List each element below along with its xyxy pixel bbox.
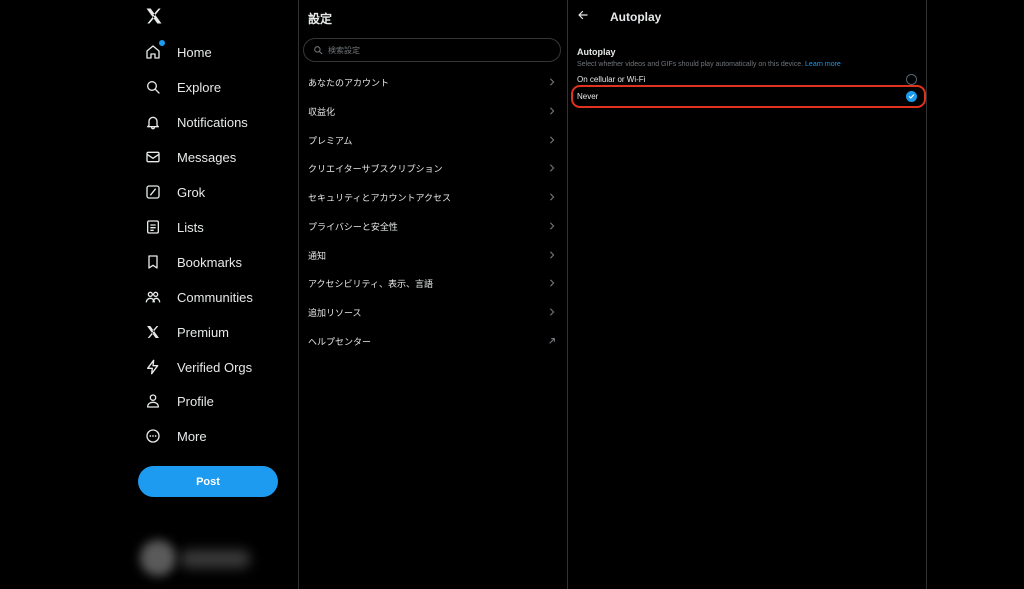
settings-item-label: プライバシーと安全性 bbox=[308, 221, 398, 232]
description-text: Select whether videos and GIFs should pl… bbox=[577, 61, 804, 68]
nav-item-communities[interactable]: Communities bbox=[144, 282, 253, 312]
nav-item-explore[interactable]: Explore bbox=[144, 72, 221, 102]
settings-item-label: セキュリティとアカウントアクセス bbox=[308, 192, 452, 203]
chevron-right-icon bbox=[548, 279, 556, 287]
nav-item-profile[interactable]: Profile bbox=[144, 386, 214, 416]
option-label: On cellular or Wi-Fi bbox=[577, 74, 646, 84]
settings-item-label: クリエイターサブスクリプション bbox=[308, 163, 443, 174]
nav-item-label: Communities bbox=[177, 289, 253, 305]
settings-column: 設定 検索設定 あなたのアカウント 収益化 プレミアム クリエイターサブスクリプ… bbox=[299, 0, 567, 589]
lightning-icon bbox=[144, 358, 162, 376]
nav-item-messages[interactable]: Messages bbox=[144, 142, 236, 172]
settings-item-label: プレミアム bbox=[308, 135, 353, 146]
settings-item-privacy[interactable]: プライバシーと安全性 bbox=[299, 212, 567, 240]
nav-item-bookmarks[interactable]: Bookmarks bbox=[144, 247, 242, 277]
post-button[interactable]: Post bbox=[138, 466, 278, 497]
account-name-blurred bbox=[180, 550, 250, 568]
settings-item-creator-subscriptions[interactable]: クリエイターサブスクリプション bbox=[299, 154, 567, 182]
settings-item-label: 収益化 bbox=[308, 106, 336, 117]
nav-item-label: Grok bbox=[177, 184, 206, 200]
nav-item-more[interactable]: More bbox=[144, 421, 207, 451]
people-icon bbox=[144, 288, 162, 306]
column-divider bbox=[926, 0, 927, 589]
x-logo-icon bbox=[144, 323, 162, 341]
bell-icon bbox=[144, 113, 162, 131]
primary-nav: Home Explore Notifications Messages Grok… bbox=[130, 0, 298, 589]
home-icon bbox=[144, 40, 165, 61]
x-logo-icon[interactable] bbox=[144, 6, 166, 28]
settings-item-label: 追加リソース bbox=[308, 307, 362, 318]
avatar bbox=[140, 540, 176, 576]
nav-item-label: Messages bbox=[177, 149, 237, 165]
settings-title: 設定 bbox=[308, 12, 333, 26]
chevron-right-icon bbox=[548, 222, 556, 230]
settings-item-help-center[interactable]: ヘルプセンター bbox=[299, 327, 567, 355]
settings-item-label: ヘルプセンター bbox=[308, 336, 372, 347]
notification-dot bbox=[159, 40, 165, 46]
settings-item-label: アクセシビリティ、表示、言語 bbox=[308, 278, 434, 289]
envelope-icon bbox=[144, 148, 162, 166]
nav-item-premium[interactable]: Premium bbox=[144, 317, 229, 347]
chevron-right-icon bbox=[548, 164, 556, 172]
nav-item-label: Profile bbox=[177, 393, 214, 409]
account-switcher[interactable] bbox=[140, 540, 260, 580]
bookmark-icon bbox=[144, 253, 162, 271]
settings-item-label: 通知 bbox=[308, 250, 327, 261]
nav-item-label: Bookmarks bbox=[177, 254, 243, 270]
chevron-right-icon bbox=[548, 193, 556, 201]
settings-item-additional-resources[interactable]: 追加リソース bbox=[299, 298, 567, 326]
nav-item-label: Premium bbox=[177, 324, 230, 340]
list-icon bbox=[144, 218, 162, 236]
search-icon bbox=[313, 45, 323, 55]
external-arrow-icon bbox=[548, 337, 556, 345]
nav-item-label: Notifications bbox=[177, 114, 248, 130]
page-title: Autoplay bbox=[610, 10, 662, 24]
nav-item-label: Lists bbox=[177, 219, 204, 235]
chevron-right-icon bbox=[548, 136, 556, 144]
settings-item-notifications[interactable]: 通知 bbox=[299, 241, 567, 269]
autoplay-option-cellular-wifi[interactable]: On cellular or Wi-Fi bbox=[577, 72, 917, 86]
settings-item-accessibility[interactable]: アクセシビリティ、表示、言語 bbox=[299, 269, 567, 297]
more-circle-icon bbox=[144, 427, 162, 445]
nav-item-verified-orgs[interactable]: Verified Orgs bbox=[144, 352, 252, 382]
nav-item-label: Explore bbox=[177, 79, 222, 95]
learn-more-link[interactable]: Learn more bbox=[805, 61, 841, 68]
nav-item-lists[interactable]: Lists bbox=[144, 212, 204, 242]
section-title: Autoplay bbox=[577, 47, 616, 57]
chevron-right-icon bbox=[548, 78, 556, 86]
nav-item-grok[interactable]: Grok bbox=[144, 177, 205, 207]
grok-icon bbox=[144, 183, 162, 201]
settings-item-label: あなたのアカウント bbox=[308, 77, 390, 88]
nav-item-label: Home bbox=[177, 44, 212, 60]
search-icon bbox=[144, 78, 162, 96]
section-description: Select whether videos and GIFs should pl… bbox=[577, 61, 841, 68]
nav-item-label: Verified Orgs bbox=[177, 359, 253, 375]
settings-item-monetization[interactable]: 収益化 bbox=[299, 97, 567, 125]
nav-item-label: More bbox=[177, 428, 207, 444]
settings-item-premium[interactable]: プレミアム bbox=[299, 126, 567, 154]
chevron-right-icon bbox=[548, 251, 556, 259]
chevron-right-icon bbox=[548, 107, 556, 115]
settings-item-security[interactable]: セキュリティとアカウントアクセス bbox=[299, 183, 567, 211]
nav-item-home[interactable]: Home bbox=[144, 37, 212, 67]
highlight-annotation bbox=[571, 85, 926, 108]
settings-item-account[interactable]: あなたのアカウント bbox=[299, 68, 567, 96]
back-arrow-icon[interactable] bbox=[577, 9, 591, 23]
radio-button[interactable] bbox=[906, 73, 917, 85]
chevron-right-icon bbox=[548, 308, 556, 316]
person-icon bbox=[144, 392, 162, 410]
settings-search-input[interactable]: 検索設定 bbox=[303, 38, 561, 62]
nav-item-notifications[interactable]: Notifications bbox=[144, 107, 248, 137]
search-placeholder: 検索設定 bbox=[328, 45, 360, 55]
